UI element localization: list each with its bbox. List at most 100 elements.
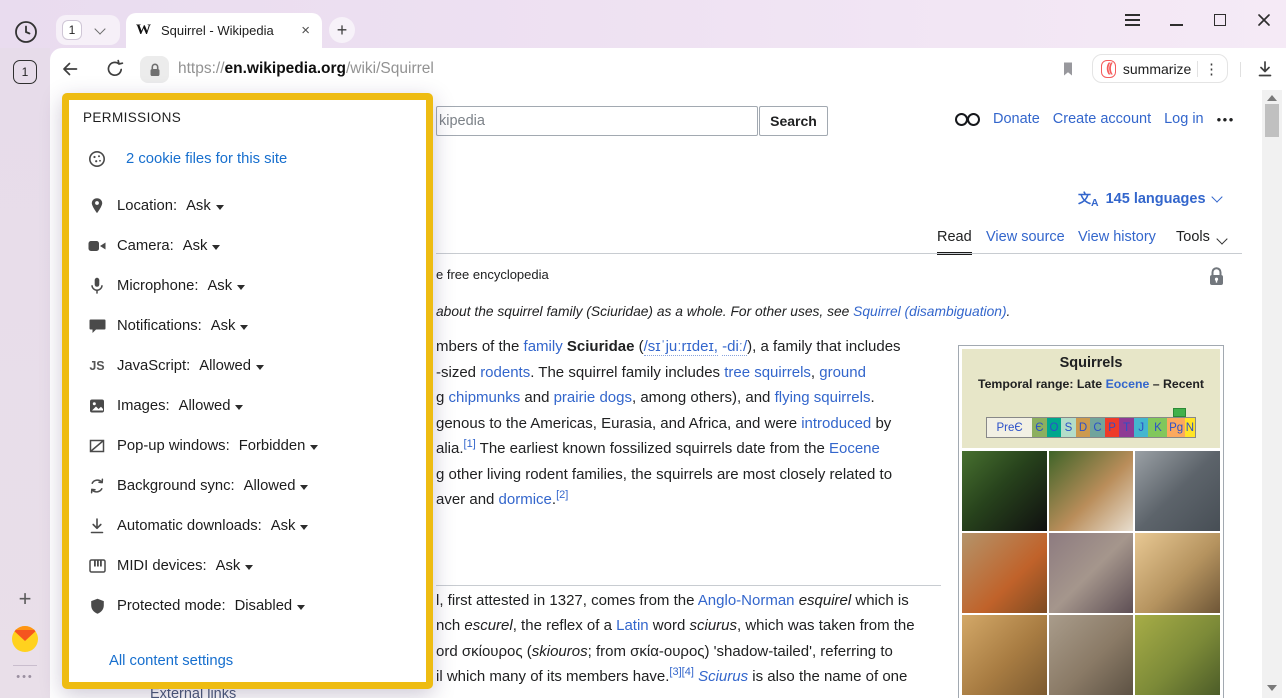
maximize-button[interactable] [1210, 10, 1230, 30]
maximize-icon [1214, 14, 1226, 26]
article-line: aver and dormice.[2] [436, 491, 568, 508]
tab-view-history[interactable]: View history [1078, 229, 1156, 252]
squirrel-photo [1049, 533, 1134, 613]
tab-title: Squirrel - Wikipedia [161, 23, 299, 38]
tab-group-button[interactable]: 1 [56, 15, 120, 45]
timeline-segment: S [1061, 418, 1076, 437]
background-sync-permission-dropdown[interactable]: Allowed [244, 478, 309, 494]
page-scrollbar[interactable] [1262, 90, 1282, 698]
user-menu-dots[interactable]: ••• [1217, 112, 1235, 127]
taxobox-title: Squirrels [966, 355, 1216, 371]
hatnote: about the squirrel family (Sciuridae) as… [436, 304, 1010, 319]
appearance-glasses-icon[interactable] [955, 113, 980, 126]
close-window-button[interactable] [1254, 10, 1274, 30]
search-input[interactable]: kipedia [436, 106, 758, 136]
caret-down-icon [216, 205, 224, 210]
url-host: en.wikipedia.org [225, 60, 346, 77]
shield-icon [88, 597, 106, 615]
popup-windows-icon [88, 437, 106, 455]
sidebar-add-button[interactable]: + [0, 586, 50, 612]
quote-bubble-icon: (( [1101, 60, 1116, 78]
site-tagline: e free encyclopedia [436, 267, 549, 282]
download-icon [1255, 59, 1275, 79]
minimize-button[interactable] [1166, 10, 1186, 30]
hamburger-menu-icon [1125, 14, 1140, 26]
login-link[interactable]: Log in [1164, 111, 1204, 127]
timeline-segment: N [1185, 418, 1195, 437]
popups-permission-dropdown[interactable]: Forbidden [239, 438, 319, 454]
javascript-permission-dropdown[interactable]: Allowed [199, 358, 264, 374]
search-button[interactable]: Search [759, 106, 828, 136]
cookie-row: 2 cookie files for this site [88, 150, 287, 168]
browser-menu-button[interactable] [1122, 10, 1142, 30]
tools-chevron-icon[interactable] [1216, 233, 1227, 244]
sidebar-divider [13, 665, 37, 666]
close-icon [1257, 13, 1271, 27]
tab-tools[interactable]: Tools [1176, 229, 1210, 252]
browser-sidebar: 1 + ••• [0, 48, 50, 698]
caret-down-icon [245, 565, 253, 570]
donate-link[interactable]: Donate [993, 111, 1040, 127]
protected-mode-permission-dropdown[interactable]: Disabled [235, 598, 306, 614]
caret-down-icon [240, 325, 248, 330]
tab-close-icon[interactable]: × [299, 22, 312, 39]
images-permission-dropdown[interactable]: Allowed [179, 398, 244, 414]
tab-read[interactable]: Read [937, 229, 972, 255]
permission-row-notifications: Notifications: Ask [88, 306, 408, 346]
create-account-link[interactable]: Create account [1053, 111, 1151, 127]
sidebar-tab-count-button[interactable]: 1 [13, 60, 37, 84]
site-security-button[interactable] [140, 56, 169, 83]
new-tab-button[interactable]: + [329, 17, 355, 43]
address-url[interactable]: https://en.wikipedia.org/wiki/Squirrel [178, 48, 434, 90]
squirrel-photo [1135, 451, 1220, 531]
midi-permission-dropdown[interactable]: Ask [216, 558, 254, 574]
scroll-up-arrow-icon[interactable] [1267, 95, 1277, 101]
cookie-files-link[interactable]: 2 cookie files for this site [126, 151, 287, 167]
camera-permission-dropdown[interactable]: Ask [183, 238, 221, 254]
taxobox: Squirrels Temporal range: Late Eocene – … [958, 345, 1224, 698]
summarize-more-button[interactable]: ⋮ [1204, 60, 1219, 78]
languages-button[interactable]: 文A 145 languages [1078, 188, 1221, 209]
permission-row-images: Images: Allowed [88, 386, 408, 426]
article-line: genous to the Americas, Eurasia, and Afr… [436, 415, 891, 432]
permissions-title: PERMISSIONS [83, 110, 181, 125]
permissions-list: Location: Ask Camera: Ask Microphone: As… [88, 186, 408, 626]
squirrel-photo [1135, 615, 1220, 695]
permission-row-protected-mode: Protected mode: Disabled [88, 586, 408, 626]
automatic-downloads-permission-dropdown[interactable]: Ask [271, 518, 309, 534]
back-button[interactable] [60, 59, 80, 79]
squirrel-photo [1135, 533, 1220, 613]
permission-row-javascript: JS JavaScript: Allowed [88, 346, 408, 386]
squirrel-photo-grid [962, 451, 1220, 695]
tab-squirrel-wikipedia[interactable]: W Squirrel - Wikipedia × [126, 13, 322, 48]
caret-down-icon [300, 525, 308, 530]
reload-icon [105, 59, 125, 79]
summarize-pill[interactable]: (( summarize ⋮ [1092, 54, 1228, 83]
timeline-segment: T [1119, 418, 1134, 437]
tab-view-source[interactable]: View source [986, 229, 1065, 252]
bookmark-icon [1059, 60, 1077, 78]
geologic-timeline-bar: PreЄЄOSDCPTJKPgN [986, 417, 1196, 438]
downloads-button[interactable] [1255, 59, 1275, 79]
permissions-panel: PERMISSIONS 2 cookie files for this site… [62, 93, 433, 689]
yandex-mail-icon[interactable] [12, 626, 38, 652]
history-clock-icon[interactable] [13, 19, 39, 45]
back-arrow-icon [60, 59, 80, 79]
microphone-icon [88, 277, 106, 295]
all-content-settings-link[interactable]: All content settings [109, 653, 233, 669]
microphone-permission-dropdown[interactable]: Ask [207, 278, 245, 294]
reload-button[interactable] [105, 59, 125, 79]
article-line: il which many of its members have.[3][4]… [436, 668, 907, 685]
images-icon [88, 397, 106, 415]
caret-down-icon [300, 485, 308, 490]
sidebar-more-button[interactable]: ••• [0, 671, 50, 683]
scrollbar-thumb[interactable] [1265, 104, 1279, 137]
scroll-down-arrow-icon[interactable] [1267, 685, 1277, 691]
temporal-range: Temporal range: Late Eocene – Recent [966, 377, 1216, 391]
timeline-segment: J [1134, 418, 1149, 437]
location-permission-dropdown[interactable]: Ask [186, 198, 224, 214]
bookmark-button[interactable] [1058, 59, 1078, 79]
caret-down-icon [212, 245, 220, 250]
article-line: -sized rodents. The squirrel family incl… [436, 364, 866, 381]
notifications-permission-dropdown[interactable]: Ask [211, 318, 249, 334]
